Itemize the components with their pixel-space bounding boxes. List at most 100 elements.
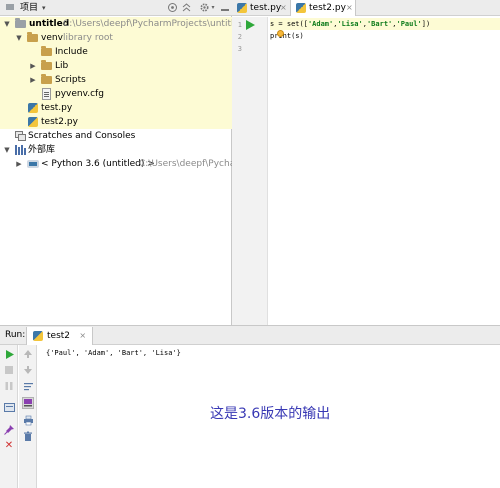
chevron-down-icon[interactable]: ▾ [42, 2, 46, 14]
collapse-all-icon[interactable] [180, 2, 192, 14]
python-file-icon [28, 117, 38, 127]
config-file-icon [42, 88, 51, 100]
scroll-down-icon[interactable] [22, 365, 34, 377]
tree-test-py[interactable]: test.py [0, 101, 232, 115]
scroll-up-icon[interactable] [22, 349, 34, 361]
folder-icon [41, 74, 52, 84]
editor: test.py × test2.py × 1 2 3 s = set(['Ada… [232, 0, 500, 325]
folder-icon [41, 60, 52, 70]
python-file-icon [33, 331, 43, 341]
tree-external-libs[interactable]: ▼ 外部库 [0, 143, 232, 157]
tree-sublabel: library root [63, 33, 113, 43]
dump-threads-icon[interactable] [3, 402, 15, 414]
scroll-to-end-icon[interactable] [22, 397, 34, 409]
tree-python36[interactable]: ▶ < Python 3.6 (untitled) > C:\Users\dee… [0, 157, 247, 174]
tab-label: test2.py [309, 3, 346, 13]
tab-test-py[interactable]: test.py × [232, 0, 290, 16]
tree-label: Include [55, 47, 88, 57]
tree-scratches[interactable]: Scratches and Consoles [0, 129, 232, 143]
close-icon[interactable]: ✕ [3, 440, 15, 452]
lightbulb-icon[interactable] [277, 30, 284, 37]
run-tab-test2[interactable]: test2 × [26, 327, 94, 345]
code-area[interactable]: s = set(['Adam','Lisa','Bart','Paul']) p… [270, 18, 500, 54]
tree-label: venv [41, 33, 63, 43]
libraries-icon [15, 145, 26, 155]
gear-icon[interactable] [198, 2, 210, 14]
soft-wrap-icon[interactable] [22, 381, 34, 393]
tree-lib[interactable]: ▶ Lib [0, 59, 232, 73]
tree-label: Scratches and Consoles [28, 131, 136, 141]
line-number: 3 [237, 45, 242, 53]
code-string: 'Adam' [307, 20, 334, 28]
close-icon[interactable]: × [79, 327, 86, 345]
close-icon[interactable]: × [346, 0, 353, 16]
console-output: {'Paul', 'Adam', 'Bart', 'Lisa'} [46, 349, 181, 357]
editor-tab-bar: test.py × test2.py × [232, 0, 500, 16]
tree-include[interactable]: Include [0, 45, 232, 59]
chevron-down-icon[interactable]: ▼ [3, 143, 11, 157]
print-icon[interactable] [22, 415, 34, 427]
chevron-right-icon[interactable]: ▶ [29, 73, 37, 87]
tree-pyvenv-cfg[interactable]: pyvenv.cfg [0, 87, 232, 101]
folder-icon [15, 18, 26, 28]
gear-dropdown-icon[interactable]: ▾ [210, 2, 216, 14]
code-string: 'Paul' [396, 20, 422, 28]
tree-label: Scripts [55, 75, 86, 85]
hide-icon[interactable] [219, 2, 231, 14]
code-text: s = set([ [270, 20, 308, 28]
pause-icon[interactable] [3, 381, 15, 393]
tree-label: test2.py [41, 117, 78, 127]
tree-test2-py[interactable]: test2.py [0, 115, 232, 129]
tree-label: Lib [55, 61, 69, 71]
run-label: Run: [5, 330, 26, 340]
close-icon[interactable]: × [280, 0, 287, 16]
code-text: print(s) [270, 32, 304, 40]
tree-root-untitled[interactable]: ▼ untitled C:\Users\deepf\PycharmProject… [0, 17, 245, 31]
folder-icon [41, 46, 52, 56]
line-number: 1 [237, 21, 242, 29]
tree-path: C:\Users\deepf\PycharmProjects\untitled [63, 19, 245, 29]
code-text: ]) [421, 20, 431, 28]
chevron-down-icon[interactable]: ▼ [15, 31, 23, 45]
editor-gutter: 1 2 3 [232, 17, 268, 325]
project-view-icon [4, 2, 16, 14]
project-panel-header: 项目 ▾ ▾ [0, 0, 232, 16]
tree-scripts[interactable]: ▶ Scripts [0, 73, 232, 87]
tree-label: 外部库 [28, 145, 56, 155]
tab-label: test.py [250, 3, 282, 13]
python-file-icon [28, 103, 38, 113]
run-tab-label: test2 [47, 331, 71, 341]
rerun-icon[interactable] [3, 349, 15, 361]
python-file-icon [296, 3, 306, 13]
annotation-text: 这是3.6版本的输出 [210, 406, 331, 422]
run-panel: Run: test2 × ✕ {'Paul', 'Adam', 'Bart', … [0, 325, 500, 488]
python-file-icon [237, 3, 247, 13]
project-view-title[interactable]: 项目 [20, 2, 38, 14]
code-line-1[interactable]: s = set(['Adam','Lisa','Bart','Paul']) [270, 18, 500, 30]
python-sdk-icon [27, 159, 39, 174]
chevron-right-icon[interactable]: ▶ [29, 59, 37, 73]
tree-label: pyvenv.cfg [55, 89, 104, 99]
project-panel: 项目 ▾ ▾ ▼ untitled C:\Users\deepf\Pycharm… [0, 0, 248, 325]
stop-icon[interactable] [3, 365, 15, 377]
tree-label: < Python 3.6 (untitled) > [41, 159, 155, 169]
tree-label: test.py [41, 103, 73, 113]
code-line-3[interactable] [270, 42, 500, 54]
settings-target-icon[interactable] [166, 2, 178, 14]
folder-icon [27, 32, 38, 42]
run-toolbar-left: ✕ [0, 345, 18, 488]
chevron-down-icon[interactable]: ▼ [3, 17, 11, 31]
clear-all-icon[interactable] [22, 431, 34, 443]
line-number: 2 [237, 33, 242, 41]
code-string: 'Bart' [366, 20, 393, 28]
console-output-area[interactable]: {'Paul', 'Adam', 'Bart', 'Lisa'} 这是3.6版本… [38, 345, 500, 488]
tree-venv[interactable]: ▼ venv library root [0, 31, 232, 45]
run-panel-header: Run: test2 × [0, 326, 500, 345]
tab-test2-py[interactable]: test2.py × [290, 0, 356, 16]
run-toolbar-right [19, 345, 37, 488]
pin-icon[interactable] [3, 424, 15, 436]
chevron-right-icon[interactable]: ▶ [15, 157, 23, 171]
code-string: 'Lisa' [337, 20, 363, 28]
code-line-2[interactable]: print(s) [270, 30, 500, 42]
run-gutter-icon[interactable] [246, 20, 255, 30]
